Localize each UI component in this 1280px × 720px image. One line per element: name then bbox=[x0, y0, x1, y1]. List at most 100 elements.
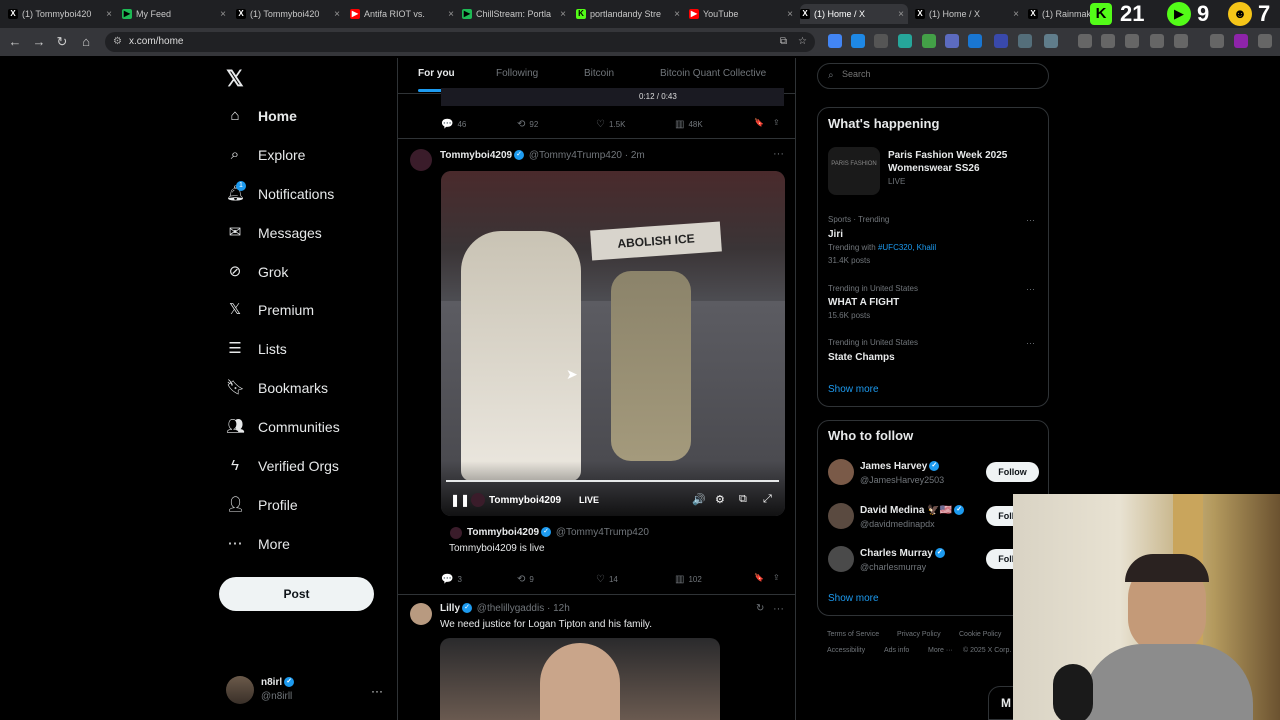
sidebar-item-communities[interactable]: 👥︎ Communities bbox=[226, 412, 340, 442]
tab-for-you[interactable]: For you bbox=[418, 68, 455, 79]
account-icon[interactable] bbox=[1174, 34, 1188, 48]
event-thumbnail[interactable]: PARIS FASHION bbox=[828, 147, 880, 195]
trend-more-icon[interactable]: ··· bbox=[1026, 338, 1035, 348]
follow-avatar[interactable] bbox=[828, 546, 854, 572]
volume-icon[interactable]: 🔊 bbox=[692, 493, 706, 506]
video-progress[interactable] bbox=[446, 480, 779, 482]
sidebar-item-explore[interactable]: ⌕ Explore bbox=[226, 140, 306, 170]
sidebar-item-bookmarks[interactable]: 🔖︎ Bookmarks bbox=[226, 373, 328, 403]
share-icon[interactable]: ⇪ bbox=[773, 573, 780, 582]
follow-name[interactable]: James Harvey bbox=[860, 461, 927, 472]
close-tab-icon[interactable]: × bbox=[1013, 9, 1019, 20]
browser-tab[interactable]: Kportlandandy Stre × bbox=[576, 4, 684, 24]
browser-tab[interactable]: ▶ Antifa RIOT vs. × bbox=[350, 4, 458, 24]
share-icon[interactable]: ⇪ bbox=[773, 118, 780, 127]
account-more-icon[interactable]: ··· bbox=[371, 684, 383, 698]
pause-icon[interactable]: ❚❚ bbox=[450, 493, 470, 507]
views-button[interactable]: ▥ 102 bbox=[675, 574, 702, 585]
footer-link[interactable]: Terms of Service bbox=[827, 631, 879, 638]
show-more-follows[interactable]: Show more bbox=[828, 593, 879, 604]
like-button[interactable]: ♡ 14 bbox=[596, 574, 618, 585]
close-tab-icon[interactable]: × bbox=[106, 9, 112, 20]
author-name[interactable]: Lilly bbox=[440, 603, 460, 614]
bookmark-icon[interactable]: 🔖 bbox=[754, 573, 764, 582]
sidebar-item-profile[interactable]: 👤︎ Profile bbox=[226, 490, 298, 520]
close-tab-icon[interactable]: × bbox=[334, 9, 340, 20]
post-media[interactable] bbox=[440, 638, 720, 720]
forward-icon[interactable]: → bbox=[30, 33, 48, 51]
sidebar-item-home[interactable]: ⌂ Home bbox=[226, 101, 296, 131]
browser-tab[interactable]: X (1) Tommyboi420 × bbox=[236, 4, 344, 24]
tab-bitcoin[interactable]: Bitcoin bbox=[584, 68, 614, 79]
browser-tab[interactable]: ▶ ChillStream: Portla × bbox=[462, 4, 570, 24]
browser-tab[interactable]: X (1) Rainmake bbox=[1028, 4, 1098, 24]
download-icon[interactable] bbox=[1210, 34, 1224, 48]
sidebar-item-more[interactable]: ⋯ More bbox=[226, 529, 290, 559]
close-tab-icon[interactable]: × bbox=[220, 9, 226, 20]
follow-name[interactable]: Charles Murray bbox=[860, 548, 933, 559]
menu-icon[interactable] bbox=[1258, 34, 1272, 48]
prev-post-video[interactable]: 0:12 / 0:43 bbox=[441, 88, 784, 106]
follow-name[interactable]: David Medina 🦅🇺🇸 bbox=[860, 505, 952, 516]
account-switcher[interactable]: n8irl ✓ bbox=[261, 677, 296, 688]
tab-bitcoin-quant-collective[interactable]: Bitcoin Quant Collective bbox=[660, 68, 766, 79]
footer-link[interactable]: More ··· bbox=[928, 647, 953, 654]
address-bar[interactable]: ⚙ x.com/home ⧉ ☆ bbox=[105, 32, 815, 52]
close-tab-icon[interactable]: × bbox=[448, 9, 454, 20]
post-more-icon[interactable]: ··· bbox=[773, 603, 784, 615]
prev-like-button[interactable]: ♡ 1.5K bbox=[596, 119, 625, 130]
footer-link[interactable]: © 2025 X Corp. bbox=[963, 647, 1011, 654]
reload-icon[interactable]: ↻ bbox=[53, 33, 71, 51]
post-avatar[interactable] bbox=[410, 603, 432, 625]
sidebar-icon[interactable] bbox=[1150, 34, 1164, 48]
sidebar-item-messages[interactable]: ✉ Messages bbox=[226, 218, 322, 248]
history-icon[interactable] bbox=[1078, 34, 1092, 48]
author-name[interactable]: Tommyboi4209 bbox=[440, 150, 512, 161]
vpn-icon[interactable] bbox=[851, 34, 865, 48]
prev-reply-button[interactable]: 💬 46 bbox=[441, 119, 466, 130]
browser-tab[interactable]: X (1) Home / X × bbox=[800, 4, 908, 24]
settings-icon[interactable]: ⚙ bbox=[715, 493, 725, 506]
footer-link[interactable]: Privacy Policy bbox=[897, 631, 941, 638]
close-tab-icon[interactable]: × bbox=[898, 9, 904, 20]
post-avatar[interactable] bbox=[410, 149, 432, 171]
globe-icon[interactable] bbox=[898, 34, 912, 48]
code-icon[interactable] bbox=[1125, 34, 1139, 48]
sidebar-item-notifications[interactable]: 🔔︎ Notifications 1 bbox=[226, 179, 334, 209]
star-icon[interactable]: ☆ bbox=[798, 32, 807, 52]
shield-icon[interactable] bbox=[922, 34, 936, 48]
trend-title[interactable]: WHAT A FIGHT bbox=[828, 297, 899, 308]
back-icon[interactable]: ← bbox=[6, 33, 24, 51]
profile-icon[interactable] bbox=[1234, 34, 1248, 48]
trend-more-icon[interactable]: ··· bbox=[1026, 215, 1035, 225]
account-avatar[interactable] bbox=[226, 676, 254, 704]
search-box[interactable]: ⌕ bbox=[817, 63, 1049, 89]
home-page-icon[interactable]: ⌂ bbox=[77, 33, 95, 51]
sidebar-item-lists[interactable]: ☰ Lists bbox=[226, 334, 287, 364]
post-time[interactable]: · 12h bbox=[547, 603, 570, 614]
follow-avatar[interactable] bbox=[828, 503, 854, 529]
trend-context-link[interactable]: #UFC320, Khalil bbox=[878, 243, 936, 252]
extension-icon[interactable] bbox=[994, 34, 1008, 48]
browser-tab[interactable]: X (1) Home / X × bbox=[915, 4, 1023, 24]
fullscreen-icon[interactable]: ⤢ bbox=[763, 493, 772, 506]
trend-more-icon[interactable]: ··· bbox=[1026, 284, 1035, 294]
show-more-trends[interactable]: Show more bbox=[828, 384, 879, 395]
prev-views-button[interactable]: ▥ 48K bbox=[675, 119, 703, 130]
video-player[interactable]: ABOLISH ICE ❚❚ Tommyboi4209 LIVE 🔊 ⚙ ⧉ ⤢ bbox=[441, 171, 785, 516]
browser-tab[interactable]: ▶ My Feed × bbox=[122, 4, 230, 24]
footer-link[interactable]: Cookie Policy bbox=[959, 631, 1001, 638]
sidebar-item-grok[interactable]: ⊘ Grok bbox=[226, 257, 289, 287]
repost-button[interactable]: ⟲ 9 bbox=[517, 574, 534, 585]
reply-button[interactable]: 💬 3 bbox=[441, 574, 462, 585]
window-icon[interactable] bbox=[945, 34, 959, 48]
sidebar-item-premium[interactable]: 𝕏 Premium bbox=[226, 295, 314, 325]
trend-title[interactable]: Jiri bbox=[828, 229, 843, 240]
tab-following[interactable]: Following bbox=[496, 68, 538, 79]
chrome-icon[interactable] bbox=[828, 34, 842, 48]
grok-explain-icon[interactable]: ↻ bbox=[756, 603, 764, 614]
x-logo-icon[interactable]: 𝕏 bbox=[226, 66, 244, 92]
event-title[interactable]: Paris Fashion Week 2025 Womenswear SS26 bbox=[888, 149, 1038, 175]
site-info-icon[interactable]: ⚙ bbox=[113, 32, 122, 52]
close-tab-icon[interactable]: × bbox=[787, 9, 793, 20]
